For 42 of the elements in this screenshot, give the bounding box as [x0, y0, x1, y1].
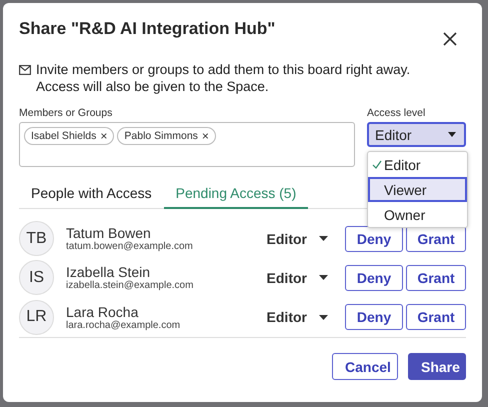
deny-button[interactable]: Deny [345, 226, 403, 252]
avatar: IS [19, 260, 54, 296]
tab[interactable]: People with Access [19, 181, 164, 209]
person-name: Lara Rocha [66, 304, 140, 320]
deny-button[interactable]: Deny [345, 264, 403, 291]
avatar: TB [19, 221, 54, 256]
avatar: LR [19, 300, 54, 335]
mail-icon [19, 65, 31, 75]
share-button[interactable]: Share [408, 353, 466, 380]
menu-option[interactable]: Viewer [368, 177, 467, 202]
cancel-button[interactable]: Cancel [332, 353, 398, 380]
person-email: izabella.stein@example.com [66, 280, 194, 292]
info-text: Invite members or groups to add them to this board right away. Access will also be given to the Space. [36, 61, 412, 95]
tab[interactable]: Pending Access (5) [164, 181, 308, 209]
caret-icon [319, 236, 328, 242]
field-label: Access level [367, 107, 426, 119]
person-name: Izabella Stein [66, 264, 152, 280]
caret-icon [319, 314, 328, 320]
deny-button[interactable]: Deny [345, 304, 403, 330]
close-icon [442, 31, 458, 47]
access-select[interactable]: Editor [367, 122, 466, 147]
remove-button[interactable]: × [100, 129, 108, 143]
chip-label: Pablo Simmons [124, 130, 198, 142]
check-icon [372, 160, 382, 169]
menu-option[interactable]: Owner [368, 202, 467, 227]
person-email: lara.rocha@example.com [66, 320, 182, 331]
role-select[interactable]: Editor [266, 309, 328, 326]
role-select[interactable]: Editor [266, 230, 328, 247]
person-email: tatum.bowen@example.com [66, 241, 194, 252]
field-label: Members or Groups [19, 107, 114, 119]
grant-button[interactable]: Grant [406, 304, 466, 330]
caret-icon [448, 132, 456, 137]
caret-icon [319, 275, 328, 280]
role-select[interactable]: Editor [266, 270, 328, 286]
remove-button[interactable]: × [202, 129, 209, 143]
menu-option[interactable]: Editor [368, 152, 467, 177]
close-button[interactable] [442, 31, 458, 47]
dialog-title: Share "R&D AI Integration Hub" [19, 19, 276, 39]
members-field[interactable]: Isabel Shields × Pablo Simmons × [19, 122, 355, 167]
chip-label: Isabel Shields [31, 130, 96, 142]
person-name: Tatum Bowen [66, 225, 152, 242]
grant-button[interactable]: Grant [406, 264, 466, 291]
